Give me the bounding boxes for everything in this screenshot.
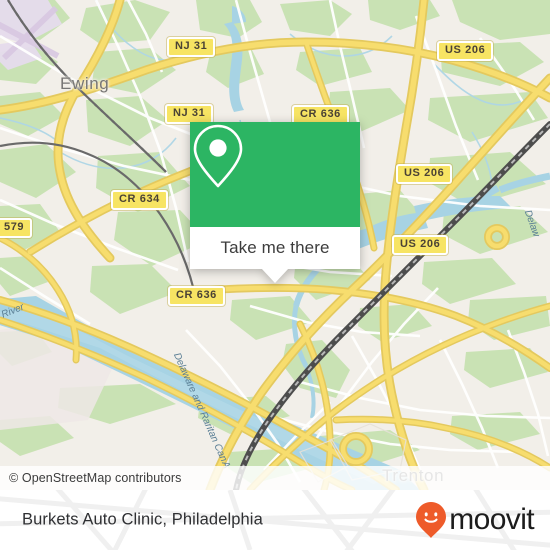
take-me-there-label: Take me there	[220, 238, 330, 257]
callout-tail	[261, 268, 289, 283]
map-attribution-bar: © OpenStreetMap contributors	[0, 466, 550, 490]
moovit-logo[interactable]: moovit	[415, 501, 535, 539]
footer-bar: Burkets Auto Clinic, Philadelphia moovit	[0, 490, 550, 550]
moovit-map-screenshot: Ewing Trenton River Delaware and Raritan…	[0, 0, 550, 550]
place-label-ewing: Ewing	[60, 74, 110, 93]
take-me-there-callout[interactable]: Take me there	[190, 122, 360, 283]
shield-nj-31-top[interactable]: NJ 31	[167, 37, 216, 57]
callout-header	[190, 122, 360, 227]
osm-attribution-text[interactable]: © OpenStreetMap contributors	[0, 471, 182, 485]
map-canvas[interactable]: Ewing Trenton River Delaware and Raritan…	[0, 0, 550, 490]
moovit-pin-smile-icon	[416, 502, 447, 538]
shield-cr-636-low[interactable]: CR 636	[168, 286, 225, 306]
footer-place-title: Burkets Auto Clinic, Philadelphia	[22, 510, 263, 529]
moovit-wordmark: moovit	[449, 503, 534, 536]
map-pin-icon	[193, 124, 243, 188]
shield-nj-31-mid[interactable]: NJ 31	[165, 104, 214, 124]
take-me-there-button[interactable]: Take me there	[190, 227, 360, 269]
shield-us-206-low[interactable]: US 206	[392, 235, 449, 255]
shield-cr-634[interactable]: CR 634	[111, 190, 168, 210]
shield-us-206-top[interactable]: US 206	[437, 41, 494, 61]
shield-579[interactable]: 579	[0, 218, 33, 238]
shield-us-206-mid[interactable]: US 206	[396, 164, 453, 184]
